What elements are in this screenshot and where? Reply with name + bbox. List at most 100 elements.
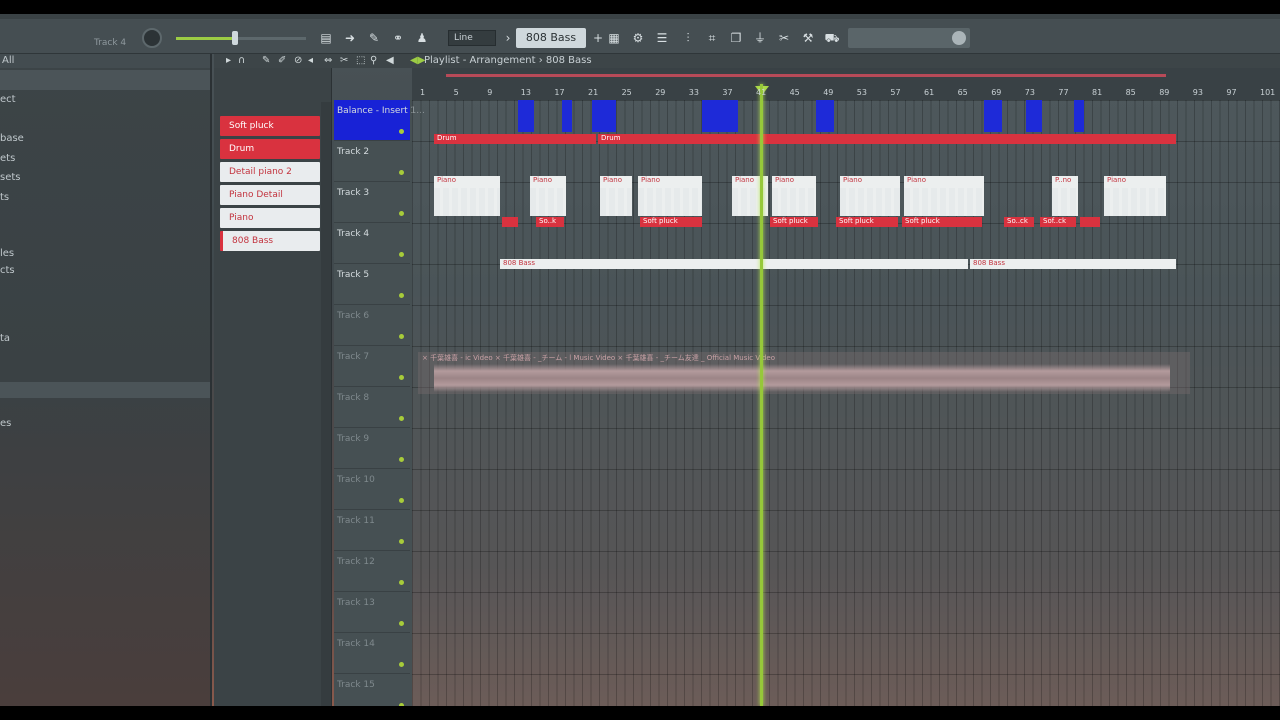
track-led[interactable]	[399, 580, 404, 585]
pencil-tool-icon[interactable]: ✎	[262, 55, 270, 66]
piano-clip[interactable]: Piano	[530, 176, 566, 216]
song-overview[interactable]	[446, 74, 1166, 77]
zoom-tool-icon[interactable]: ⚲	[370, 55, 377, 66]
piano-clip[interactable]: Piano	[434, 176, 500, 216]
track-header-4[interactable]: Track 4	[334, 223, 410, 264]
mixer-icon[interactable]: ☰	[654, 30, 670, 46]
slice-tool-icon[interactable]: ✂	[340, 55, 348, 66]
bass-clip[interactable]: 808 Bass	[970, 259, 1176, 269]
master-volume-slider[interactable]	[176, 31, 306, 45]
picker-item-detail-piano-2[interactable]: Detail piano 2	[220, 162, 320, 182]
piano-clip[interactable]: Piano	[638, 176, 702, 216]
copy-icon[interactable]: ❐	[728, 30, 744, 46]
pencil-icon[interactable]: ✎	[366, 30, 382, 46]
chevron-right-icon[interactable]: ›	[500, 30, 516, 46]
arrow-right-icon[interactable]: ➜	[342, 30, 358, 46]
soft-pluck-clip[interactable]: Soft pluck	[640, 217, 702, 227]
drum-clip[interactable]: Drum	[598, 134, 1176, 144]
bass-clip[interactable]: 808 Bass	[500, 259, 968, 269]
automation-clip[interactable]	[562, 100, 572, 132]
picker-item-808-bass[interactable]: 808 Bass	[220, 231, 320, 251]
soft-pluck-clip[interactable]: Soft pluck	[836, 217, 898, 227]
track-led[interactable]	[399, 662, 404, 667]
track-led[interactable]	[399, 498, 404, 503]
link-icon[interactable]: ⚭	[390, 30, 406, 46]
picker-item-soft-pluck[interactable]: Soft pluck	[220, 116, 320, 136]
automation-clip[interactable]	[816, 100, 834, 132]
track-header-3[interactable]: Track 3	[334, 182, 410, 223]
track-header-6[interactable]: Track 6	[334, 305, 410, 346]
drum-clip[interactable]: Drum	[434, 134, 596, 144]
cart-icon[interactable]: ⛟	[824, 30, 840, 46]
track-header-13[interactable]: Track 13	[334, 592, 410, 633]
track-led[interactable]	[399, 170, 404, 175]
piano-clip[interactable]: Piano	[772, 176, 816, 216]
mute-tool-icon[interactable]: ◂	[308, 55, 313, 66]
pattern-selector[interactable]: 808 Bass	[516, 28, 586, 48]
soft-pluck-clip[interactable]: Soft pluck	[902, 217, 982, 227]
automation-clip[interactable]	[702, 100, 738, 132]
track-led[interactable]	[399, 621, 404, 626]
menu-arrow-icon[interactable]: ▸	[226, 55, 231, 66]
browser-item[interactable]: les	[0, 248, 14, 259]
piano-roll-icon[interactable]: ▤	[318, 30, 334, 46]
track-header-11[interactable]: Track 11	[334, 510, 410, 551]
picker-item-piano[interactable]: Piano	[220, 208, 320, 228]
select-tool-icon[interactable]: ⬚	[356, 55, 365, 66]
piano-clip[interactable]: Piano	[1104, 176, 1166, 216]
track-header-2[interactable]: Track 2	[334, 141, 410, 182]
piano-clip[interactable]: Piano	[840, 176, 900, 216]
magnet-icon[interactable]: ∩	[238, 55, 245, 66]
soft-pluck-clip[interactable]: Sof..ck	[1040, 217, 1076, 227]
faders-icon[interactable]: ⫶	[680, 30, 696, 46]
track-header-9[interactable]: Track 9	[334, 428, 410, 469]
track-led[interactable]	[399, 293, 404, 298]
automation-clip[interactable]	[518, 100, 534, 132]
stamp-icon[interactable]: ♟	[414, 30, 430, 46]
plugin-icon[interactable]: ⏚	[752, 30, 768, 46]
track-led[interactable]	[399, 334, 404, 339]
automation-clip[interactable]	[984, 100, 1002, 132]
track-led[interactable]	[399, 539, 404, 544]
track-header-1[interactable]: Balance - Insert 1...	[334, 100, 425, 141]
brush-tool-icon[interactable]: ✐	[278, 55, 286, 66]
browser-item[interactable]: es	[0, 418, 11, 429]
picker-item-drum[interactable]: Drum	[220, 139, 320, 159]
wrench-icon[interactable]: ⚒	[800, 30, 816, 46]
soft-pluck-clip[interactable]	[502, 217, 518, 227]
browser-item[interactable]: cts	[0, 265, 15, 276]
hierarchy-icon[interactable]: ⌗	[704, 30, 720, 46]
playlist-icon[interactable]: ▦	[606, 30, 622, 46]
track-header-7[interactable]: Track 7	[334, 346, 410, 387]
track-header-8[interactable]: Track 8	[334, 387, 410, 428]
soft-pluck-clip[interactable]: So..k	[536, 217, 564, 227]
playhead[interactable]	[760, 84, 763, 706]
delete-tool-icon[interactable]: ⊘	[294, 55, 302, 66]
automation-clip[interactable]	[592, 100, 616, 132]
speaker-tool-icon[interactable]: ◀	[386, 55, 394, 66]
automation-clip[interactable]	[1074, 100, 1084, 132]
snap-mode-select[interactable]: Line	[448, 30, 496, 46]
track-header-14[interactable]: Track 14	[334, 633, 410, 674]
browser-item[interactable]: ect	[0, 94, 16, 105]
piano-clip[interactable]: Piano	[904, 176, 984, 216]
volume-handle[interactable]	[232, 31, 238, 45]
track-header-5[interactable]: Track 5	[334, 264, 410, 305]
track-led[interactable]	[399, 416, 404, 421]
soft-pluck-clip[interactable]: So..ck	[1004, 217, 1034, 227]
track-led[interactable]	[399, 211, 404, 216]
track-header-12[interactable]: Track 12	[334, 551, 410, 592]
slip-tool-icon[interactable]: ⇔	[324, 55, 332, 66]
browser-item[interactable]: sets	[0, 172, 21, 183]
timeline-ruler[interactable]	[412, 68, 1280, 100]
add-pattern-icon[interactable]: +	[590, 30, 606, 46]
channel-rack-icon[interactable]: ⚙	[630, 30, 646, 46]
master-knob[interactable]	[142, 28, 162, 48]
track-header-10[interactable]: Track 10	[334, 469, 410, 510]
track-header-15[interactable]: Track 15	[334, 674, 410, 706]
track-led[interactable]	[399, 252, 404, 257]
browser-item[interactable]: base	[0, 133, 24, 144]
soft-pluck-clip[interactable]: Soft pluck	[770, 217, 818, 227]
automation-clip[interactable]	[1026, 100, 1042, 132]
tools-icon[interactable]: ✂	[776, 30, 792, 46]
